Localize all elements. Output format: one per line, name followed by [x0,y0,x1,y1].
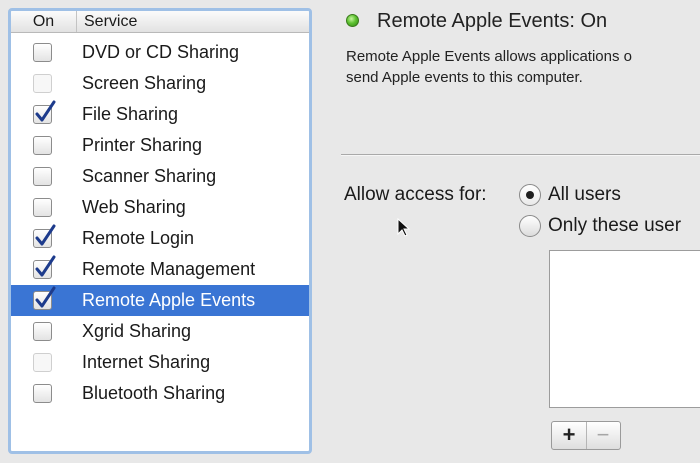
service-checkbox[interactable] [33,286,56,310]
checkmark-icon [35,255,56,277]
add-user-button[interactable]: + [552,422,587,449]
service-checkbox[interactable] [33,74,52,93]
sharing-preferences-pane: On Service DVD or CD Sharing Screen Shari… [0,0,700,463]
mouse-pointer-icon [397,218,411,237]
service-checkbox[interactable] [33,255,56,279]
column-header-service[interactable]: Service [84,11,137,32]
service-description: Remote Apple Events allows applications … [346,46,700,88]
column-header-on[interactable]: On [11,11,77,32]
service-label: Screen Sharing [82,73,207,93]
status-indicator-icon [346,14,359,27]
service-row[interactable]: Xgrid Sharing [11,316,309,347]
service-row[interactable]: Printer Sharing [11,130,309,161]
service-checkbox[interactable] [33,322,52,341]
checkmark-icon [35,224,56,246]
list-header: On Service [11,11,309,33]
service-row[interactable]: Internet Sharing [11,347,309,378]
checkmark-icon [35,100,56,122]
service-row[interactable]: Scanner Sharing [11,161,309,192]
service-label: Scanner Sharing [82,166,217,186]
checkmark-icon [35,286,56,308]
service-checkbox[interactable] [33,224,56,248]
service-label: Internet Sharing [82,352,211,372]
status-title: Remote Apple Events: On [377,10,608,32]
radio-only-these-users[interactable] [519,215,541,237]
service-row[interactable]: Bluetooth Sharing [11,378,309,409]
service-checkbox[interactable] [33,43,52,62]
service-label: Remote Login [82,228,195,248]
service-label: Remote Management [82,259,256,279]
radio-all-users-label[interactable]: All users [548,184,621,206]
service-checkbox[interactable] [33,100,56,124]
service-row[interactable]: Remote Apple Events [11,285,309,316]
service-label: Remote Apple Events [82,290,256,310]
service-row[interactable]: Remote Management [11,254,309,285]
service-list[interactable]: On Service DVD or CD Sharing Screen Shari… [8,8,312,454]
service-checkbox[interactable] [33,167,52,186]
service-checkbox[interactable] [33,136,52,155]
service-checkbox[interactable] [33,353,52,372]
radio-selected-dot [526,191,534,199]
service-checkbox[interactable] [33,198,52,217]
service-label: Printer Sharing [82,135,203,155]
service-label: Bluetooth Sharing [82,383,226,403]
service-row[interactable]: Remote Login [11,223,309,254]
service-row[interactable]: Screen Sharing [11,68,309,99]
remove-user-button[interactable]: − [586,422,620,449]
service-checkbox[interactable] [33,384,52,403]
radio-all-users[interactable] [519,184,541,206]
service-row[interactable]: File Sharing [11,99,309,130]
radio-only-these-users-label[interactable]: Only these user [548,215,681,237]
service-label: DVD or CD Sharing [82,42,240,62]
user-list-buttons: + − [551,421,621,450]
allow-access-label: Allow access for: [344,184,487,205]
divider [341,154,700,156]
service-label: File Sharing [82,104,179,124]
description-line: Remote Apple Events allows applications … [346,48,632,65]
service-label: Web Sharing [82,197,186,217]
allowed-users-list[interactable] [549,250,700,408]
service-row[interactable]: DVD or CD Sharing [11,37,309,68]
service-row[interactable]: Web Sharing [11,192,309,223]
description-line: send Apple events to this computer. [346,69,583,86]
service-label: Xgrid Sharing [82,321,192,341]
